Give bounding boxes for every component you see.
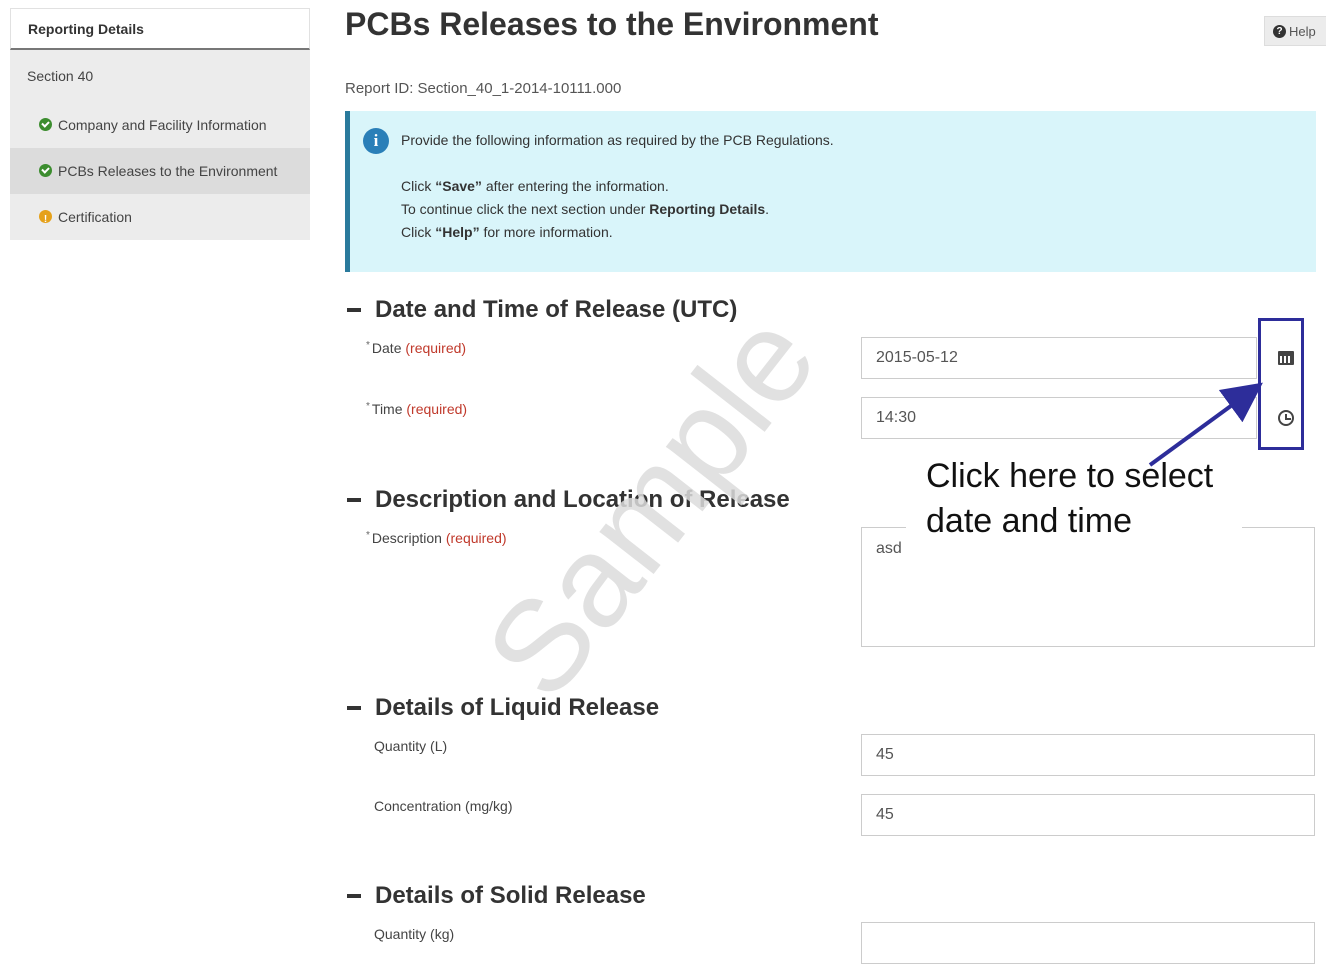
check-circle-icon <box>39 118 52 131</box>
section-heading: Description and Location of Release <box>375 486 790 513</box>
sidebar-item-label: PCBs Releases to the Environment <box>58 163 278 179</box>
section-datetime-toggle[interactable]: Date and Time of Release (UTC) <box>347 296 737 324</box>
info-alert: i Provide the following information as r… <box>345 111 1316 272</box>
sidebar-section-40[interactable]: Section 40 <box>10 50 310 102</box>
highlight-box <box>1258 318 1304 450</box>
check-circle-icon <box>39 164 52 177</box>
solid-quantity-label: Quantity (kg) <box>374 926 455 942</box>
page-title: PCBs Releases to the Environment <box>345 6 879 42</box>
minus-icon <box>347 894 361 898</box>
section-heading: Details of Solid Release <box>375 882 646 909</box>
warning-circle-icon <box>39 209 52 231</box>
date-label: * Date (required) <box>366 340 467 356</box>
question-circle-icon: ? <box>1273 24 1286 38</box>
sidebar-header: Reporting Details <box>10 8 310 50</box>
liquid-quantity-input[interactable]: 45 <box>861 734 1315 776</box>
solid-quantity-input[interactable] <box>861 922 1315 964</box>
section-solid-toggle[interactable]: Details of Solid Release <box>347 882 646 910</box>
callout-text: Click here to select date and time <box>906 450 1242 552</box>
section-heading: Details of Liquid Release <box>375 694 660 721</box>
concentration-input[interactable]: 45 <box>861 794 1315 836</box>
liquid-quantity-label: Quantity (L) <box>374 738 448 754</box>
info-line-4: Click “Help” for more information. <box>401 224 613 240</box>
minus-icon <box>347 498 361 502</box>
minus-icon <box>347 308 361 312</box>
concentration-label: Concentration (mg/kg) <box>374 798 513 814</box>
info-line-2: Click “Save” after entering the informat… <box>401 178 669 194</box>
sidebar: Reporting Details Section 40 Company and… <box>10 8 310 240</box>
time-input[interactable]: 14:30 <box>861 397 1257 439</box>
info-line-3: To continue click the next section under… <box>401 201 770 217</box>
report-id: Report ID: Section_40_1-2014-10111.000 <box>345 80 622 97</box>
info-icon: i <box>363 128 389 154</box>
section-liquid-toggle[interactable]: Details of Liquid Release <box>347 694 659 722</box>
section-description-toggle[interactable]: Description and Location of Release <box>347 486 790 514</box>
section-heading: Date and Time of Release (UTC) <box>375 296 738 323</box>
minus-icon <box>347 706 361 710</box>
description-label: * Description (required) <box>366 530 507 546</box>
sidebar-item-label: Company and Facility Information <box>58 117 267 133</box>
sidebar-item-label: Certification <box>58 209 132 225</box>
sidebar-item-certification[interactable]: Certification <box>10 194 310 240</box>
sidebar-item-pcbs-releases[interactable]: PCBs Releases to the Environment <box>10 148 310 194</box>
sidebar-item-company[interactable]: Company and Facility Information <box>10 102 310 148</box>
info-line-1: Provide the following information as req… <box>401 132 834 148</box>
date-input[interactable]: 2015-05-12 <box>861 337 1257 379</box>
help-label: Help <box>1289 23 1316 39</box>
time-label: * Time (required) <box>366 401 468 417</box>
help-button[interactable]: ? Help <box>1264 16 1326 46</box>
